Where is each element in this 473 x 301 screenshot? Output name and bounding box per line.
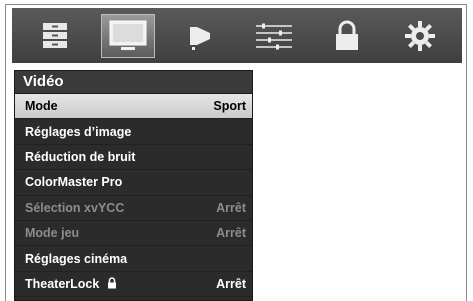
menu-item-value: Sport bbox=[213, 99, 246, 114]
icon-slot-setup[interactable] bbox=[28, 14, 82, 58]
menu-item-value: Arrêt bbox=[216, 276, 246, 291]
icon-slot-settings[interactable] bbox=[393, 14, 447, 58]
menu-item-label: Réduction de bruit bbox=[25, 149, 136, 164]
menu-item-label: Réglages d’image bbox=[25, 124, 132, 139]
menu-item-label: Mode bbox=[25, 99, 58, 114]
padlock-icon bbox=[107, 277, 116, 289]
top-icon-bar bbox=[12, 8, 462, 63]
gear-icon bbox=[404, 20, 435, 51]
menu-item-label: TheaterLock bbox=[25, 276, 100, 291]
menu-item-game-mode: Mode jeu Arrêt bbox=[15, 220, 252, 247]
menu-item-label: Mode jeu bbox=[25, 226, 80, 241]
menu-item-xvycc: Sélection xvYCC Arrêt bbox=[15, 195, 252, 221]
menu-item-label: Sélection xvYCC bbox=[25, 200, 125, 215]
list-icon bbox=[42, 22, 67, 48]
icon-slot-lock[interactable] bbox=[320, 14, 374, 58]
menu-title: Vidéo bbox=[15, 71, 252, 94]
tv-picture-icon bbox=[109, 20, 146, 50]
icon-slot-equalizer[interactable] bbox=[247, 14, 301, 58]
lock-icon bbox=[335, 20, 358, 50]
menu-item-cinema-settings[interactable]: Réglages cinéma bbox=[15, 246, 252, 272]
menu-item-label: ColorMaster Pro bbox=[25, 175, 123, 190]
menu-item-value: Arrêt bbox=[216, 226, 246, 241]
menu-item-mode[interactable]: Mode Sport bbox=[15, 94, 252, 120]
icon-slot-video[interactable] bbox=[100, 13, 155, 58]
menu-item-colormaster-pro[interactable]: ColorMaster Pro bbox=[15, 170, 252, 196]
icon-slot-audio[interactable] bbox=[174, 14, 228, 58]
menu-item-value: Arrêt bbox=[216, 200, 246, 215]
speaker-icon bbox=[189, 26, 210, 50]
menu-item-theaterlock[interactable]: TheaterLock Arrêt bbox=[15, 271, 252, 298]
equalizer-icon bbox=[255, 23, 292, 49]
menu-item-noise-reduction[interactable]: Réduction de bruit bbox=[15, 144, 252, 171]
menu-item-picture-settings[interactable]: Réglages d’image bbox=[15, 119, 252, 145]
menu-item-label: Réglages cinéma bbox=[25, 251, 128, 266]
video-menu: Vidéo Mode Sport Réglages d’image Réduct… bbox=[14, 70, 253, 301]
